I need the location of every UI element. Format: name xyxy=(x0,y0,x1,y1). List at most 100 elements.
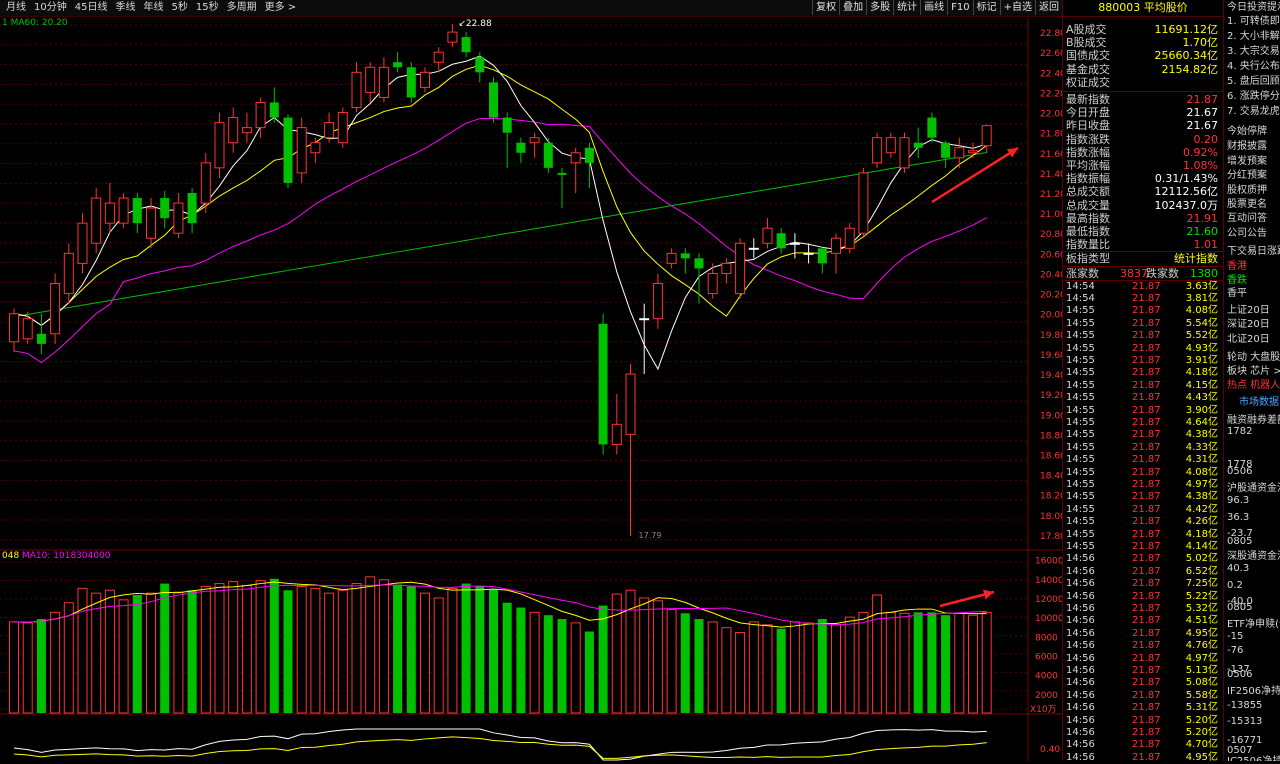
candle[interactable] xyxy=(447,24,458,48)
side-item[interactable]: 6. 涨跌停分 xyxy=(1227,91,1280,103)
side-item[interactable]: 北证20日 xyxy=(1227,334,1270,346)
side-item[interactable]: 4. 央行公布 xyxy=(1227,61,1280,73)
period-tab[interactable]: 10分钟 xyxy=(30,1,71,15)
candle[interactable] xyxy=(680,248,690,274)
candle[interactable] xyxy=(50,273,61,344)
candle[interactable] xyxy=(406,62,416,103)
candle[interactable] xyxy=(146,198,156,249)
period-tab[interactable]: 45日线 xyxy=(71,1,112,15)
side-item[interactable]: 香跌 xyxy=(1227,275,1247,287)
candle[interactable] xyxy=(694,253,704,304)
side-item[interactable]: 2. 大小非解 xyxy=(1227,31,1280,43)
candle[interactable] xyxy=(899,132,910,173)
candle[interactable] xyxy=(228,107,239,153)
candle[interactable] xyxy=(420,67,430,93)
candle[interactable] xyxy=(844,223,855,254)
candle[interactable] xyxy=(817,248,827,274)
side-item[interactable]: -13855 xyxy=(1227,700,1262,712)
side-item[interactable]: ETF净申赎(亿) xyxy=(1227,619,1280,631)
candle[interactable] xyxy=(652,273,663,329)
candle[interactable] xyxy=(584,142,594,188)
side-item[interactable]: 0.2 xyxy=(1227,580,1243,592)
side-item[interactable]: 今日投资提示 xyxy=(1227,2,1280,14)
side-item[interactable]: 板块 芯片 > xyxy=(1227,366,1280,378)
candle[interactable] xyxy=(91,187,102,254)
candle[interactable] xyxy=(516,137,526,163)
side-item[interactable]: 5. 盘后回顾 xyxy=(1227,76,1280,88)
candle[interactable] xyxy=(132,193,142,234)
candle[interactable] xyxy=(776,228,786,254)
candle[interactable] xyxy=(831,233,841,274)
period-tab[interactable]: 季线 xyxy=(111,1,139,15)
side-item[interactable]: 沪股通资金流 xyxy=(1227,483,1280,495)
candle[interactable] xyxy=(187,187,197,234)
candle[interactable] xyxy=(104,182,115,234)
side-item[interactable]: 公司公告 xyxy=(1227,228,1267,240)
candle[interactable] xyxy=(296,117,307,183)
period-tab[interactable]: 5秒 xyxy=(167,1,191,15)
candle[interactable] xyxy=(913,127,923,158)
candle[interactable] xyxy=(735,238,746,299)
candle[interactable] xyxy=(570,147,581,193)
candle[interactable] xyxy=(283,114,293,188)
side-item[interactable]: 互动问答 xyxy=(1227,213,1267,225)
side-item[interactable]: -76 xyxy=(1227,645,1243,657)
tool-button[interactable]: F10 xyxy=(947,0,972,15)
candle[interactable] xyxy=(748,238,759,259)
candle[interactable] xyxy=(529,132,540,158)
candle[interactable] xyxy=(872,132,883,168)
candle[interactable] xyxy=(598,313,608,455)
side-item[interactable]: IC2506净持仓 xyxy=(1227,756,1280,761)
candle[interactable] xyxy=(475,52,485,83)
candle[interactable] xyxy=(351,62,362,113)
candle[interactable] xyxy=(337,107,348,148)
side-item[interactable]: 热点 机器人 xyxy=(1227,380,1280,392)
candle[interactable] xyxy=(707,263,718,299)
candle[interactable] xyxy=(9,308,19,352)
side-item[interactable]: 股票更名 xyxy=(1227,199,1267,211)
period-tab[interactable]: 年线 xyxy=(139,1,167,15)
candle[interactable] xyxy=(310,137,321,163)
candle[interactable] xyxy=(721,258,732,284)
kline-chart[interactable]: 22.80 22.60 22.40 22.20 22.00 21.80 21.60 21.40… xyxy=(0,17,1066,761)
tool-button[interactable]: 复权 xyxy=(812,0,839,15)
side-item[interactable]: 96.3 xyxy=(1227,495,1249,507)
candle[interactable] xyxy=(461,32,471,58)
side-item[interactable]: 财报披露 xyxy=(1227,141,1267,153)
side-item[interactable]: 今始停牌 xyxy=(1227,126,1267,138)
chart-area[interactable]: 22.80 22.60 22.40 22.20 22.00 21.80 21.60 21.40… xyxy=(0,17,1066,761)
candle[interactable] xyxy=(241,112,252,143)
side-item[interactable]: 0805 xyxy=(1227,602,1252,614)
side-item[interactable]: 上证20日 xyxy=(1227,305,1270,317)
candle[interactable] xyxy=(803,243,814,264)
side-item[interactable]: 3. 大宗交易 xyxy=(1227,46,1280,58)
candle[interactable] xyxy=(625,363,636,536)
side-item[interactable]: -15313 xyxy=(1227,716,1262,728)
side-item[interactable]: 分红预案 xyxy=(1227,170,1267,182)
period-tab[interactable]: 多周期 xyxy=(223,1,261,15)
side-item[interactable]: 深股通资金流 xyxy=(1227,551,1280,563)
candle[interactable] xyxy=(639,303,650,375)
tool-button[interactable]: 多股 xyxy=(866,0,893,15)
candle[interactable] xyxy=(557,167,567,209)
candle[interactable] xyxy=(502,112,512,168)
side-item[interactable]: 香港 xyxy=(1227,261,1247,273)
side-item[interactable]: 0805 xyxy=(1227,536,1252,548)
side-item[interactable]: 市场数据 xyxy=(1239,397,1279,409)
side-item[interactable]: 增发预案 xyxy=(1227,156,1267,168)
tool-button[interactable]: 返回 xyxy=(1035,0,1062,15)
side-item[interactable]: 香平 xyxy=(1227,288,1247,300)
candle[interactable] xyxy=(269,87,279,123)
side-item[interactable]: IF2506净持仓 xyxy=(1227,686,1280,698)
tool-button[interactable]: +自选 xyxy=(999,0,1035,15)
candle[interactable] xyxy=(981,124,992,153)
tool-button[interactable]: 标记 xyxy=(972,0,1000,15)
candle[interactable] xyxy=(858,167,869,239)
candle[interactable] xyxy=(666,248,677,269)
candle[interactable] xyxy=(365,62,376,103)
candle[interactable] xyxy=(543,137,553,173)
side-item[interactable]: 0506 xyxy=(1227,466,1252,478)
side-item[interactable]: 0506 xyxy=(1227,669,1252,681)
side-item[interactable]: 深证20日 xyxy=(1227,319,1270,331)
period-tab[interactable]: 更多 > xyxy=(261,1,301,15)
